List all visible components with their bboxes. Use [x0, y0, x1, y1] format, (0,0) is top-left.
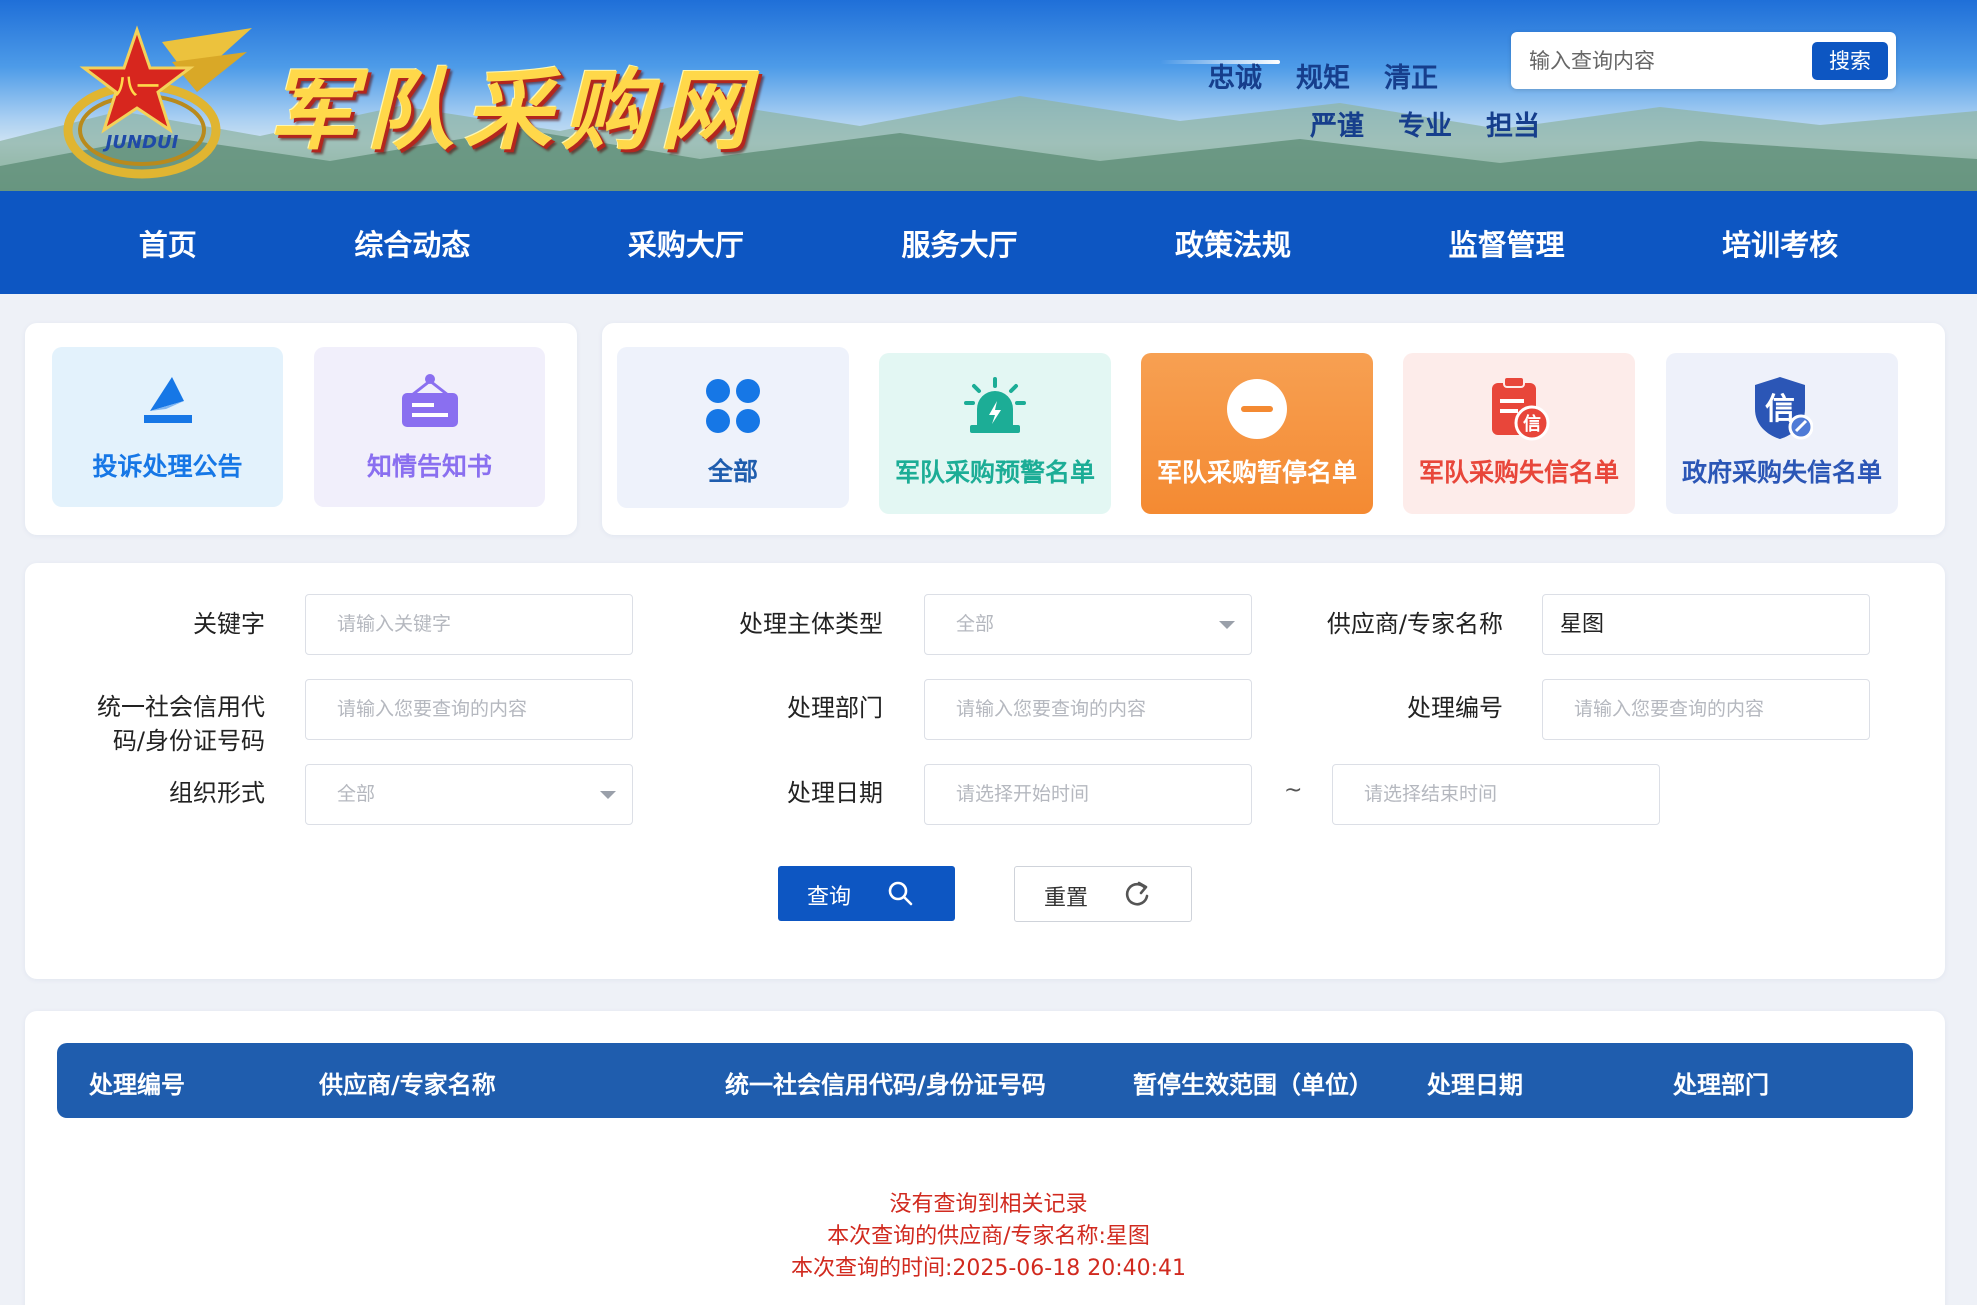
- card-army-warning-list[interactable]: 军队采购预警名单: [879, 353, 1111, 514]
- main-nav: 首页 综合动态 采购大厅 服务大厅 政策法规 监督管理 培训考核: [0, 191, 1977, 294]
- nav-item-home[interactable]: 首页: [119, 222, 217, 264]
- card-label: 投诉处理公告: [92, 452, 243, 481]
- keyword-label: 关键字: [193, 610, 265, 638]
- column-header: 处理编号: [89, 1071, 185, 1099]
- card-label: 军队采购失信名单: [1418, 458, 1619, 487]
- credit-clipboard-icon: 信: [1492, 376, 1550, 441]
- card-label: 全部: [707, 457, 758, 486]
- nav-item-procurement-hall[interactable]: 采购大厅: [608, 222, 764, 264]
- credit-code-label: 统一社会信用代码/身份证号码: [97, 693, 265, 755]
- nav-item-training[interactable]: 培训考核: [1702, 222, 1858, 264]
- paper-plane-icon: [143, 377, 192, 423]
- org-form-label: 组织形式: [169, 779, 265, 807]
- motto-word: 严谨: [1310, 111, 1364, 142]
- column-header: 处理日期: [1427, 1071, 1523, 1099]
- card-all[interactable]: 全部: [617, 347, 849, 508]
- motto-word: 规矩: [1296, 63, 1350, 94]
- nav-item-supervision[interactable]: 监督管理: [1429, 222, 1585, 264]
- chevron-down-icon: [1219, 621, 1235, 629]
- site-title: 军队采购网: [268, 58, 759, 162]
- entity-type-label: 处理主体类型: [739, 610, 883, 638]
- svg-text:八一: 八一: [115, 75, 159, 100]
- credit-code-input[interactable]: 请输入您要查询的内容: [305, 679, 633, 740]
- card-label: 军队采购暂停名单: [1156, 458, 1357, 487]
- department-input[interactable]: 请输入您要查询的内容: [924, 679, 1252, 740]
- card-label: 知情告知书: [366, 452, 492, 481]
- motto-word: 担当: [1486, 111, 1540, 142]
- start-date-input[interactable]: 请选择开始时间: [924, 764, 1252, 825]
- column-header: 统一社会信用代码/身份证号码: [725, 1071, 1046, 1099]
- card-label: 军队采购预警名单: [894, 458, 1095, 487]
- site-search-input[interactable]: [1529, 44, 1789, 78]
- motto-word: 专业: [1398, 111, 1452, 142]
- results-table-header: 处理编号 供应商/专家名称 统一社会信用代码/身份证号码 暂停生效范围（单位） …: [57, 1043, 1913, 1118]
- org-form-select[interactable]: 全部: [305, 764, 633, 825]
- search-icon: [888, 881, 913, 906]
- entity-type-select[interactable]: 全部: [924, 594, 1252, 655]
- minus-circle-icon: [1227, 379, 1287, 439]
- end-date-input[interactable]: 请选择结束时间: [1332, 764, 1660, 825]
- site-search-box: 搜索: [1511, 32, 1896, 89]
- supplier-name-label: 供应商/专家名称: [1326, 610, 1503, 638]
- signboard-icon: [401, 374, 458, 427]
- column-header: 供应商/专家名称: [319, 1071, 496, 1099]
- query-button-label: 查询: [807, 885, 852, 910]
- motto-word: 忠诚: [1208, 63, 1262, 94]
- empty-result-message: 没有查询到相关记录: [889, 1192, 1088, 1217]
- alarm-light-icon: [964, 377, 1026, 433]
- nav-item-news[interactable]: 综合动态: [334, 222, 490, 264]
- supplier-name-input[interactable]: 星图: [1542, 594, 1870, 655]
- card-army-suspension-list[interactable]: 军队采购暂停名单: [1141, 353, 1373, 514]
- card-disclosure-notice[interactable]: 知情告知书: [314, 347, 545, 507]
- reset-button[interactable]: 重置: [1014, 866, 1192, 922]
- chevron-down-icon: [600, 791, 616, 799]
- column-header: 暂停生效范围（单位）: [1133, 1071, 1373, 1099]
- four-petal-icon: [706, 379, 760, 433]
- column-header: 处理部门: [1673, 1071, 1769, 1099]
- header-banner: 八一 JUNDUI 军队采购网 忠诚 规矩 清正 严谨 专业 担当 搜索: [0, 0, 1977, 191]
- query-time-line: 本次查询的时间:2025-06-18 20:40:41: [790, 1256, 1187, 1281]
- card-complaint-notice[interactable]: 投诉处理公告: [52, 347, 283, 507]
- handle-no-label: 处理编号: [1407, 694, 1503, 722]
- emblem-text: JUNDUI: [103, 132, 179, 153]
- department-label: 处理部门: [787, 694, 883, 722]
- query-button[interactable]: 查询: [778, 866, 955, 921]
- nav-item-policy[interactable]: 政策法规: [1155, 222, 1311, 264]
- refresh-icon: [1125, 881, 1149, 906]
- card-label: 政府采购失信名单: [1681, 458, 1882, 487]
- svg-text:信: 信: [1523, 413, 1541, 435]
- motto-row-1: 忠诚 规矩 清正: [1208, 56, 1438, 95]
- org-form-value: 全部: [337, 783, 376, 805]
- reset-button-label: 重置: [1044, 886, 1089, 911]
- card-army-dishonest-list[interactable]: 信 军队采购失信名单: [1403, 353, 1635, 514]
- site-search-button[interactable]: 搜索: [1812, 42, 1888, 80]
- handle-no-input[interactable]: 请输入您要查询的内容: [1542, 679, 1870, 740]
- credit-shield-icon: 信: [1755, 377, 1813, 440]
- query-supplier-line: 本次查询的供应商/专家名称:星图: [827, 1224, 1150, 1249]
- handle-date-label: 处理日期: [787, 779, 883, 807]
- card-gov-dishonest-list[interactable]: 信 政府采购失信名单: [1666, 353, 1898, 514]
- army-star-emblem: 八一 JUNDUI: [63, 25, 252, 179]
- keyword-input[interactable]: 请输入关键字: [305, 594, 633, 655]
- entity-type-value: 全部: [956, 613, 995, 635]
- date-range-separator: ~: [1284, 778, 1303, 803]
- motto-word: 清正: [1384, 63, 1438, 94]
- nav-item-service-hall[interactable]: 服务大厅: [881, 222, 1037, 264]
- motto-row-2: 严谨 专业 担当: [1310, 104, 1540, 143]
